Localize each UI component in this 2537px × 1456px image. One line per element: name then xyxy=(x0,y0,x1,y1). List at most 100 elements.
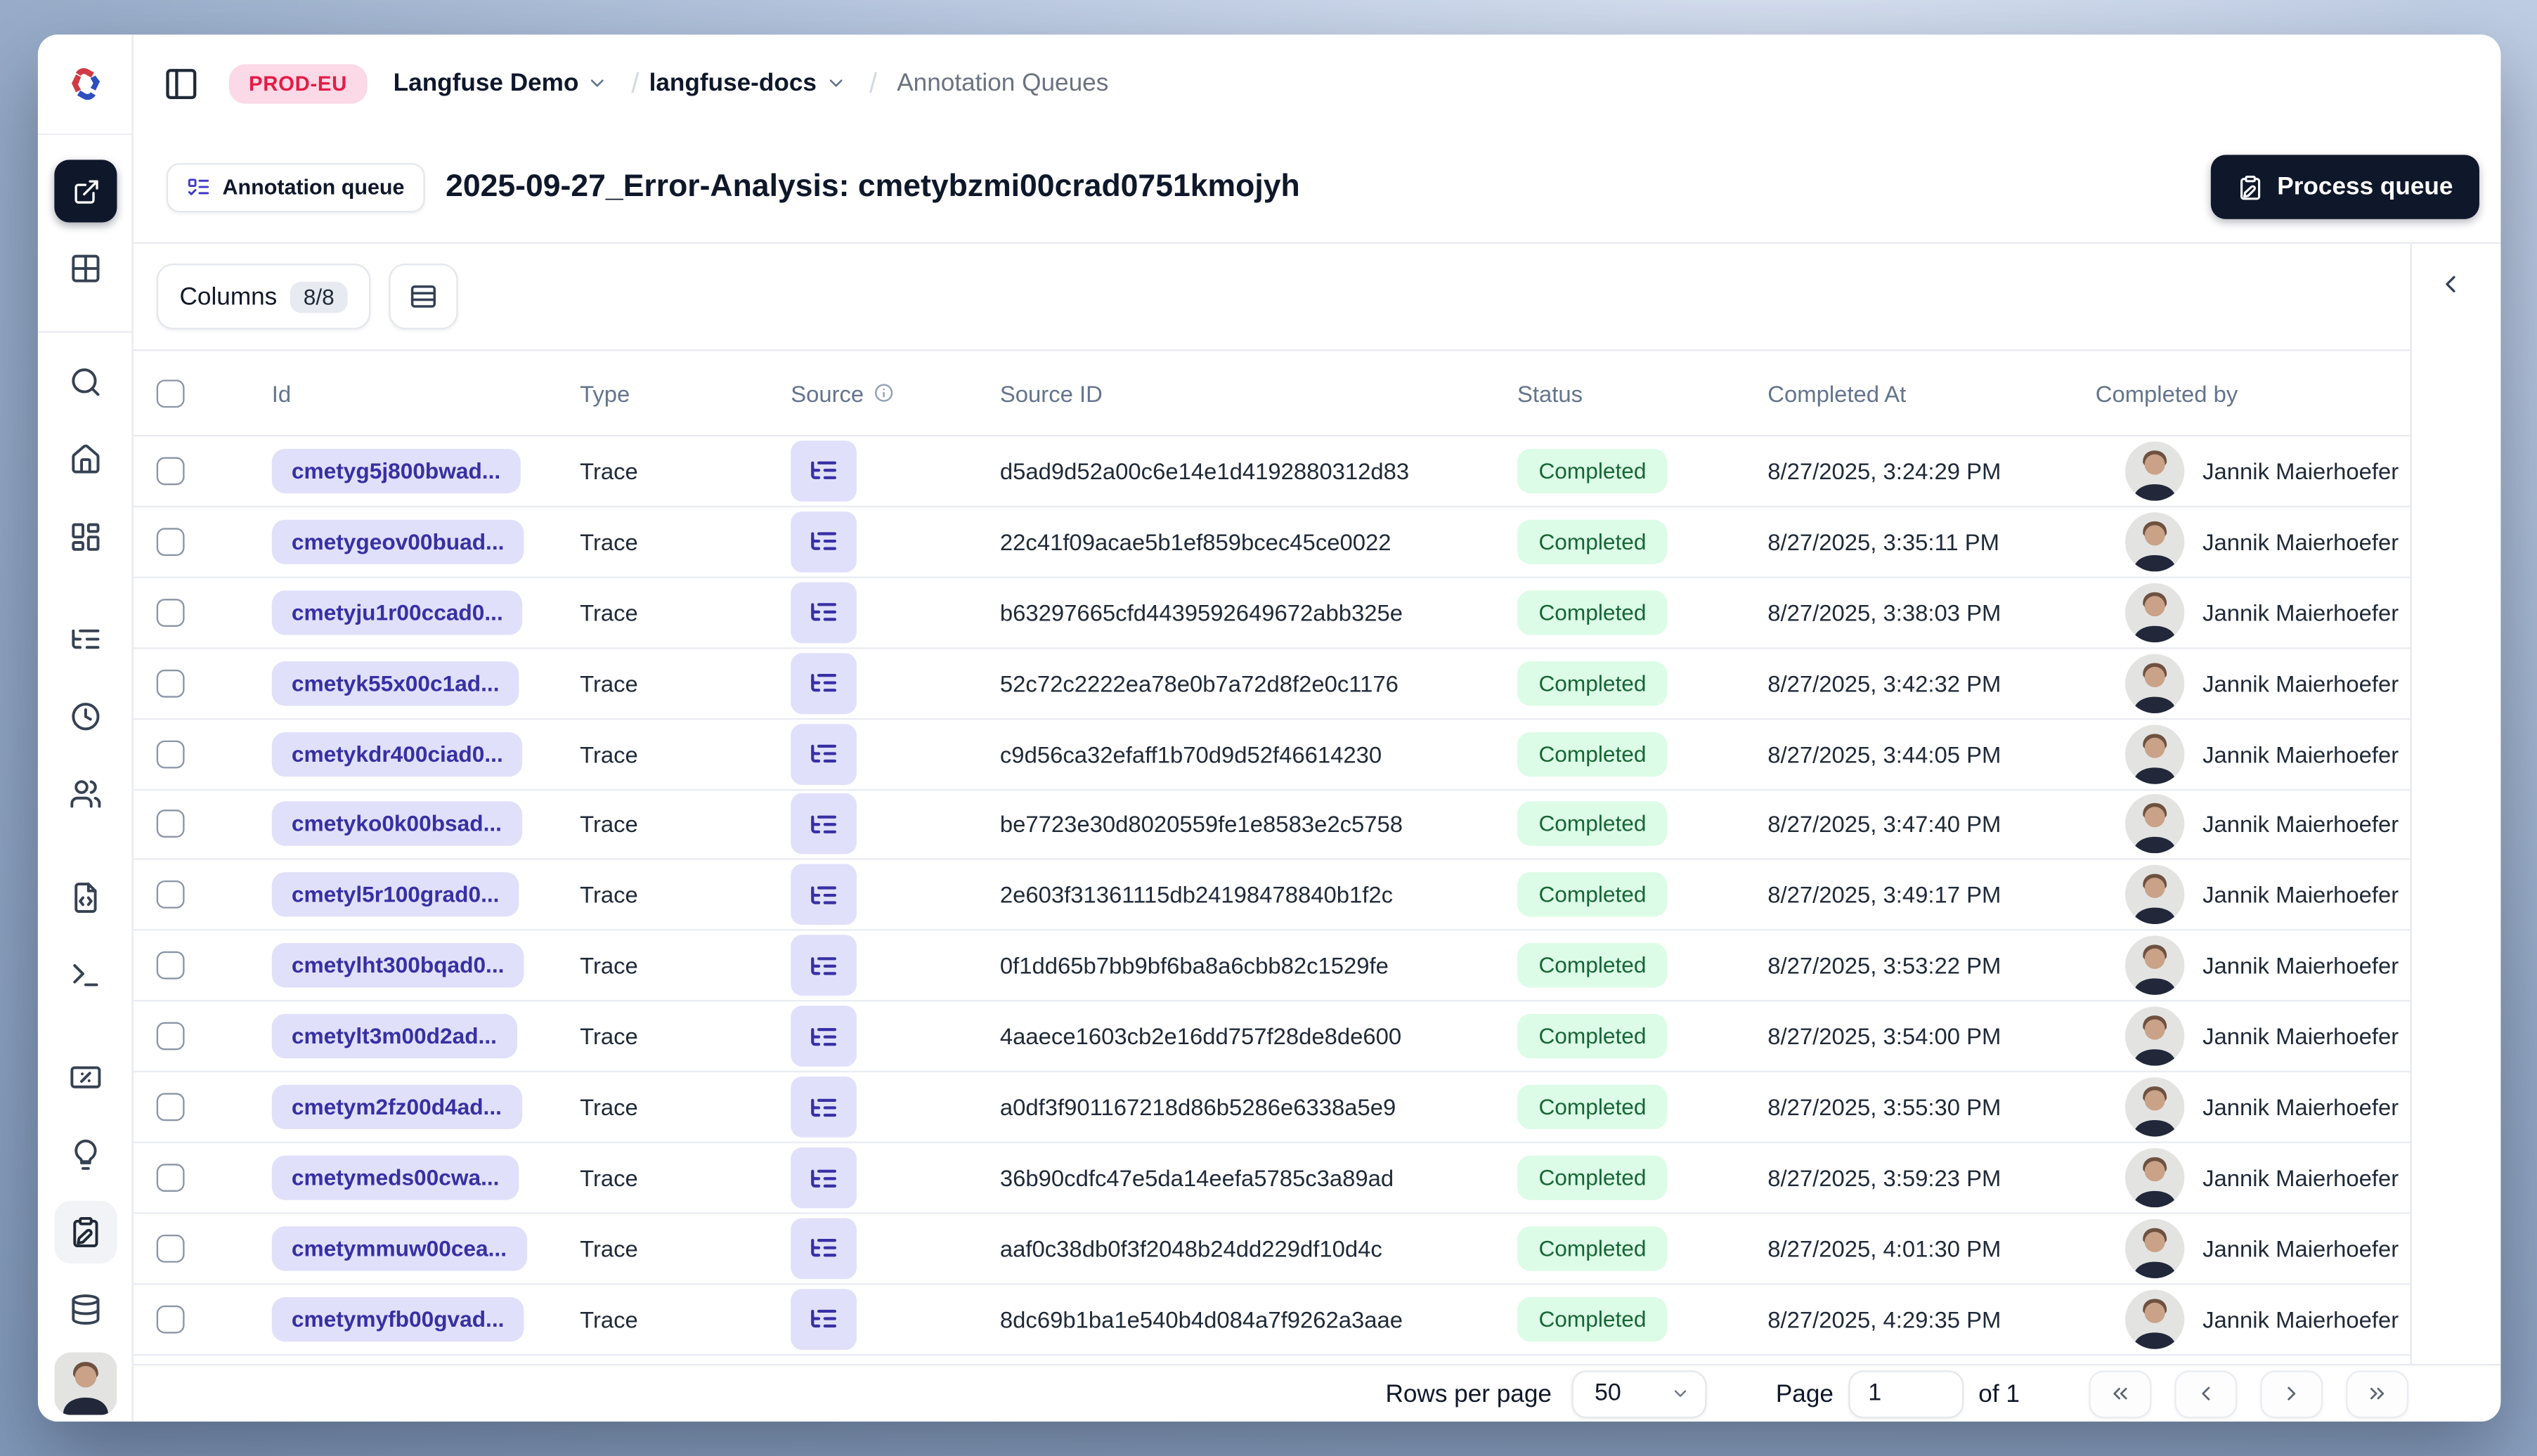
source-trace-icon[interactable] xyxy=(791,652,857,714)
langfuse-logo[interactable] xyxy=(37,34,132,136)
table-grid-icon[interactable] xyxy=(68,252,101,285)
source-trace-icon[interactable] xyxy=(791,511,857,573)
row-type: Trace xyxy=(580,1235,638,1262)
expand-panel-button[interactable] xyxy=(2437,270,2476,309)
source-trace-icon[interactable] xyxy=(791,793,857,855)
row-height-button[interactable] xyxy=(389,264,458,330)
page-of-label: of 1 xyxy=(1978,1379,2020,1408)
sessions-clock-icon[interactable] xyxy=(68,700,101,733)
column-header-type[interactable]: Type xyxy=(580,379,630,406)
table-row[interactable]: cmetylht300bqad0... Trace 0f1dd65b7bb9bf… xyxy=(133,931,2411,1002)
evaluation-percent-icon[interactable] xyxy=(68,1061,101,1094)
row-id-badge[interactable]: cmetylt3m00d2ad... xyxy=(271,1014,517,1059)
column-header-completed-at[interactable]: Completed At xyxy=(1767,379,1906,406)
row-checkbox[interactable] xyxy=(156,669,185,697)
table-row[interactable]: cmetyl5r100grad0... Trace 2e603f31361115… xyxy=(133,861,2411,932)
row-checkbox[interactable] xyxy=(156,598,185,627)
row-id-badge[interactable]: cmetym2fz00d4ad... xyxy=(271,1084,522,1130)
row-source-id: 8dc69b1ba1e540b4d084a7f9262a3aae xyxy=(999,1306,1403,1333)
table-row[interactable]: cmetymyfb00gvad... Trace 8dc69b1ba1e540b… xyxy=(133,1285,2411,1356)
row-id-badge[interactable]: cmetyko0k00bsad... xyxy=(271,802,522,847)
row-user-avatar xyxy=(2124,653,2185,713)
prompts-file-code-icon[interactable] xyxy=(68,881,101,914)
row-checkbox[interactable] xyxy=(156,951,185,980)
users-icon[interactable] xyxy=(68,777,101,810)
next-page-button[interactable] xyxy=(2260,1370,2323,1418)
panel-left-toggle-icon[interactable] xyxy=(163,65,200,102)
source-trace-icon[interactable] xyxy=(791,1218,857,1280)
rows-per-page-select[interactable]: 50 xyxy=(1571,1370,1707,1418)
previous-page-button[interactable] xyxy=(2174,1370,2238,1418)
table-row[interactable]: cmetymmuw00cea... Trace aaf0c38db0f3f204… xyxy=(133,1214,2411,1285)
first-page-button[interactable] xyxy=(2089,1370,2152,1418)
source-trace-icon[interactable] xyxy=(791,1147,857,1209)
row-id-badge[interactable]: cmetylht300bqad0... xyxy=(271,943,524,989)
annotation-queues-nav-active[interactable] xyxy=(54,1200,117,1263)
dashboard-icon[interactable] xyxy=(68,521,101,554)
row-completed-by: Jannik Maierhoefer xyxy=(2202,1023,2399,1050)
row-id-badge[interactable]: cmetyju1r00ccad0... xyxy=(271,590,523,635)
project-selector[interactable]: langfuse-docs xyxy=(649,69,847,97)
table-row[interactable]: cmetykdr400ciad0... Trace c9d56ca32efaff… xyxy=(133,720,2411,791)
row-id-badge[interactable]: cmetymyfb00gvad... xyxy=(271,1296,524,1341)
table-header-row: Id Type Source Source ID Status Complete… xyxy=(133,349,2411,437)
collapsed-side-panel xyxy=(2412,244,2501,1364)
lightbulb-icon[interactable] xyxy=(68,1138,101,1171)
table-row[interactable]: cmetygeov00buad... Trace 22c41f09acae5b1… xyxy=(133,507,2411,578)
row-checkbox[interactable] xyxy=(156,880,185,909)
process-queue-button[interactable]: Process queue xyxy=(2211,155,2479,219)
row-checkbox[interactable] xyxy=(156,1022,185,1051)
page-input[interactable] xyxy=(1848,1370,1964,1418)
org-selector[interactable]: Langfuse Demo xyxy=(394,69,609,97)
row-id-badge[interactable]: cmetyl5r100grad0... xyxy=(271,873,519,918)
source-trace-icon[interactable] xyxy=(791,1006,857,1067)
column-header-source-id[interactable]: Source ID xyxy=(1000,379,1103,406)
last-page-button[interactable] xyxy=(2346,1370,2409,1418)
table-row[interactable]: cmetylt3m00d2ad... Trace 4aaece1603cb2e1… xyxy=(133,1002,2411,1073)
user-avatar[interactable] xyxy=(54,1352,117,1415)
playground-terminal-icon[interactable] xyxy=(68,958,101,992)
row-id-badge[interactable]: cmetygeov00buad... xyxy=(271,519,524,564)
database-icon[interactable] xyxy=(68,1293,101,1326)
traces-tree-icon[interactable] xyxy=(68,623,101,656)
select-all-checkbox[interactable] xyxy=(156,379,185,408)
row-completed-by: Jannik Maierhoefer xyxy=(2202,1164,2399,1191)
row-checkbox[interactable] xyxy=(156,1305,185,1334)
row-checkbox[interactable] xyxy=(156,810,185,839)
source-trace-icon[interactable] xyxy=(791,1077,857,1138)
row-checkbox[interactable] xyxy=(156,457,185,486)
row-id-badge[interactable]: cmetymeds00cwa... xyxy=(271,1155,519,1200)
row-checkbox[interactable] xyxy=(156,739,185,768)
table-row[interactable]: cmetym2fz00d4ad... Trace a0df3f901167218… xyxy=(133,1072,2411,1143)
column-header-id[interactable]: Id xyxy=(272,379,291,406)
column-header-completed-by[interactable]: Completed by xyxy=(2096,379,2238,406)
row-checkbox[interactable] xyxy=(156,1093,185,1122)
source-trace-icon[interactable] xyxy=(791,935,857,996)
row-id-badge[interactable]: cmetykdr400ciad0... xyxy=(271,731,523,776)
table-row[interactable]: cmetyg5j800bwad... Trace d5ad9d52a00c6e1… xyxy=(133,436,2411,507)
row-checkbox[interactable] xyxy=(156,1234,185,1263)
external-link-icon xyxy=(74,179,98,203)
home-icon[interactable] xyxy=(68,443,101,476)
row-checkbox[interactable] xyxy=(156,1164,185,1192)
columns-button[interactable]: Columns 8/8 xyxy=(156,264,371,330)
row-id-badge[interactable]: cmetyg5j800bwad... xyxy=(271,448,521,493)
row-user-avatar xyxy=(2124,795,2185,854)
column-header-source[interactable]: Source xyxy=(791,379,895,406)
environment-badge[interactable]: PROD-EU xyxy=(228,63,368,103)
column-header-status[interactable]: Status xyxy=(1517,379,1583,406)
table-row[interactable]: cmetyko0k00bsad... Trace be7723e30d80205… xyxy=(133,790,2411,861)
table-row[interactable]: cmetyju1r00ccad0... Trace b63297665cfd44… xyxy=(133,578,2411,649)
row-id-badge[interactable]: cmetymmuw00cea... xyxy=(271,1226,527,1271)
table-row[interactable]: cmetyk55x00c1ad... Trace 52c72c2222ea78e… xyxy=(133,649,2411,720)
source-trace-icon[interactable] xyxy=(791,723,857,785)
row-checkbox[interactable] xyxy=(156,527,185,556)
source-trace-icon[interactable] xyxy=(791,864,857,926)
open-external-button[interactable] xyxy=(54,160,117,223)
source-trace-icon[interactable] xyxy=(791,1288,857,1350)
source-trace-icon[interactable] xyxy=(791,440,857,502)
search-icon[interactable] xyxy=(68,365,101,398)
table-row[interactable]: cmetymeds00cwa... Trace 36b90cdfc47e5da1… xyxy=(133,1143,2411,1214)
row-id-badge[interactable]: cmetyk55x00c1ad... xyxy=(271,661,519,706)
source-trace-icon[interactable] xyxy=(791,582,857,643)
